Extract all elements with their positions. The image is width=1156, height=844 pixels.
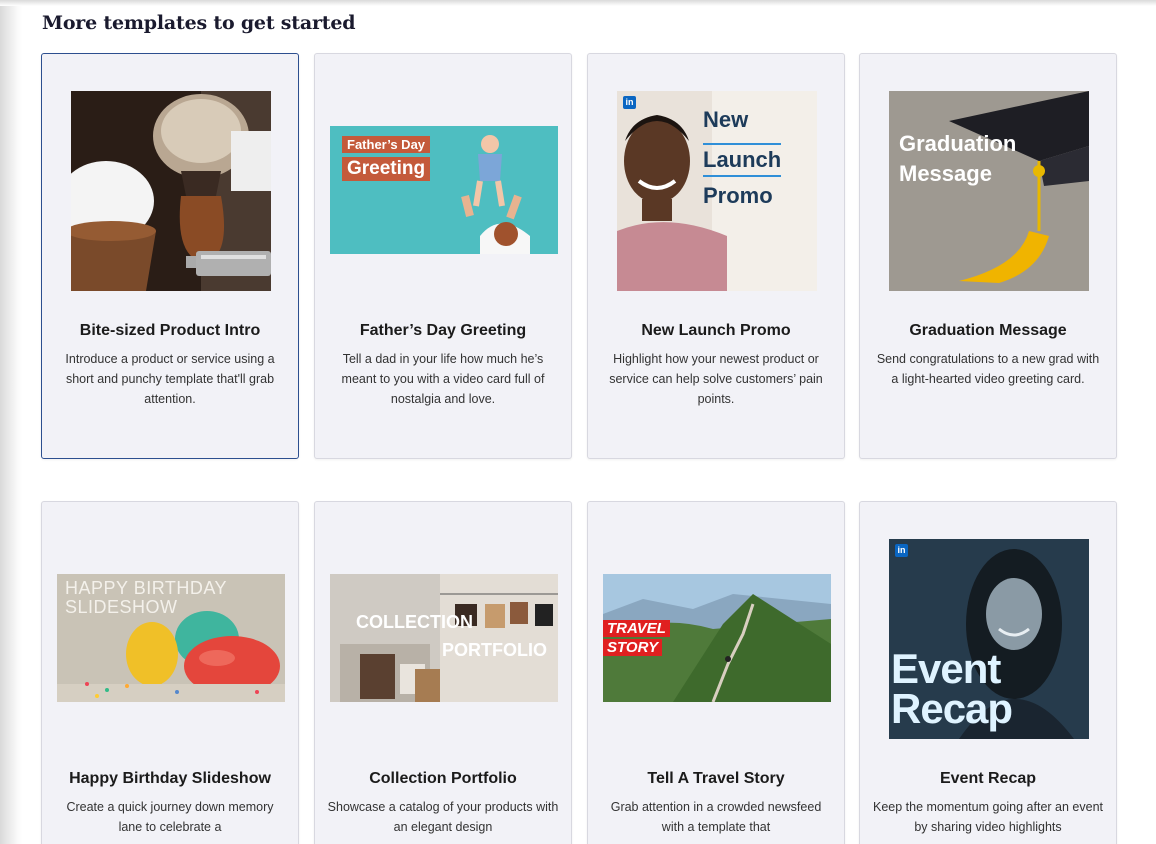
thumb-overlay-label: Promo bbox=[703, 183, 773, 208]
linkedin-icon: in bbox=[895, 544, 908, 557]
template-card-bite-sized-product-intro[interactable]: Bite-sized Product Intro Introduce a pro… bbox=[41, 53, 299, 459]
smiling-man-image: in New Launch Promo bbox=[617, 91, 817, 291]
thumb-overlay-label: HAPPY BIRTHDAY bbox=[65, 578, 228, 598]
card-title: Father’s Day Greeting bbox=[359, 322, 527, 339]
template-card-fathers-day-greeting[interactable]: Father’s Day Greeting Father’s Day Greet… bbox=[314, 53, 572, 459]
thumb-overlay-label: Graduation bbox=[899, 131, 1017, 156]
card-description: Showcase a catalog of your products with… bbox=[327, 800, 559, 834]
smiling-woman-image: in Event Recap bbox=[889, 539, 1089, 739]
thumb-overlay-label: SLIDESHOW bbox=[65, 597, 178, 617]
template-card-happy-birthday-slideshow[interactable]: HAPPY BIRTHDAY SLIDESHOW Happy Birthday … bbox=[41, 501, 299, 844]
window-top-shadow bbox=[0, 0, 1156, 6]
thumb-overlay-label: STORY bbox=[603, 639, 663, 656]
template-card-graduation-message[interactable]: Graduation Message Graduation Message Se… bbox=[859, 53, 1117, 459]
thumb-overlay-label: Greeting bbox=[342, 157, 431, 181]
card-title: Happy Birthday Slideshow bbox=[69, 770, 271, 787]
thumb-overlay-label: PORTFOLIO bbox=[442, 640, 547, 660]
template-card-event-recap[interactable]: in Event Recap Event Recap Keep the mome… bbox=[859, 501, 1117, 844]
thumb-overlay-label: TRAVEL bbox=[603, 620, 670, 637]
window-left-shadow bbox=[0, 0, 22, 844]
card-description: Introduce a product or service using a s… bbox=[65, 352, 275, 406]
card-description: Grab attention in a crowded newsfeed wit… bbox=[610, 800, 822, 834]
card-description: Tell a dad in your life how much he’s me… bbox=[341, 352, 545, 406]
shaving-brush-image bbox=[71, 91, 271, 291]
linkedin-icon: in bbox=[623, 96, 636, 109]
card-description: Create a quick journey down memory lane … bbox=[66, 800, 274, 834]
card-title: Event Recap bbox=[939, 770, 1037, 787]
thumb-overlay-label: New bbox=[703, 107, 749, 132]
card-title: Tell A Travel Story bbox=[647, 770, 785, 787]
card-description: Send congratulations to a new grad with … bbox=[876, 352, 1100, 386]
thumb-overlay-label: Event bbox=[891, 645, 1001, 692]
card-title: Collection Portfolio bbox=[369, 770, 517, 787]
template-card-new-launch-promo[interactable]: in New Launch Promo New Launch Promo Hig… bbox=[587, 53, 845, 459]
mountain-trail-image: TRAVEL STORY bbox=[603, 574, 831, 702]
template-card-collection-portfolio[interactable]: COLLECTION PORTFOLIO Collection Portfoli… bbox=[314, 501, 572, 844]
thumb-overlay-label: Message bbox=[899, 161, 992, 186]
card-description: Keep the momentum going after an event b… bbox=[872, 800, 1103, 834]
thumb-overlay-label: Launch bbox=[703, 143, 782, 177]
card-title: Graduation Message bbox=[909, 322, 1067, 339]
balloons-image: HAPPY BIRTHDAY SLIDESHOW bbox=[57, 574, 285, 702]
graduation-cap-image: Graduation Message bbox=[889, 91, 1089, 291]
card-title: Bite-sized Product Intro bbox=[79, 322, 261, 339]
handbags-image: COLLECTION PORTFOLIO bbox=[330, 574, 558, 702]
thumb-overlay-label: COLLECTION bbox=[356, 612, 473, 632]
card-description: Highlight how your newest product or ser… bbox=[609, 352, 823, 406]
card-title: New Launch Promo bbox=[641, 322, 791, 339]
template-card-tell-a-travel-story[interactable]: TRAVEL STORY Tell A Travel Story Grab at… bbox=[587, 501, 845, 844]
thumb-overlay-label: Father’s Day bbox=[342, 136, 431, 153]
father-child-image: Father’s Day Greeting bbox=[330, 126, 558, 254]
section-heading: More templates to get started bbox=[42, 12, 356, 34]
thumb-overlay-label: Recap bbox=[891, 685, 1013, 732]
